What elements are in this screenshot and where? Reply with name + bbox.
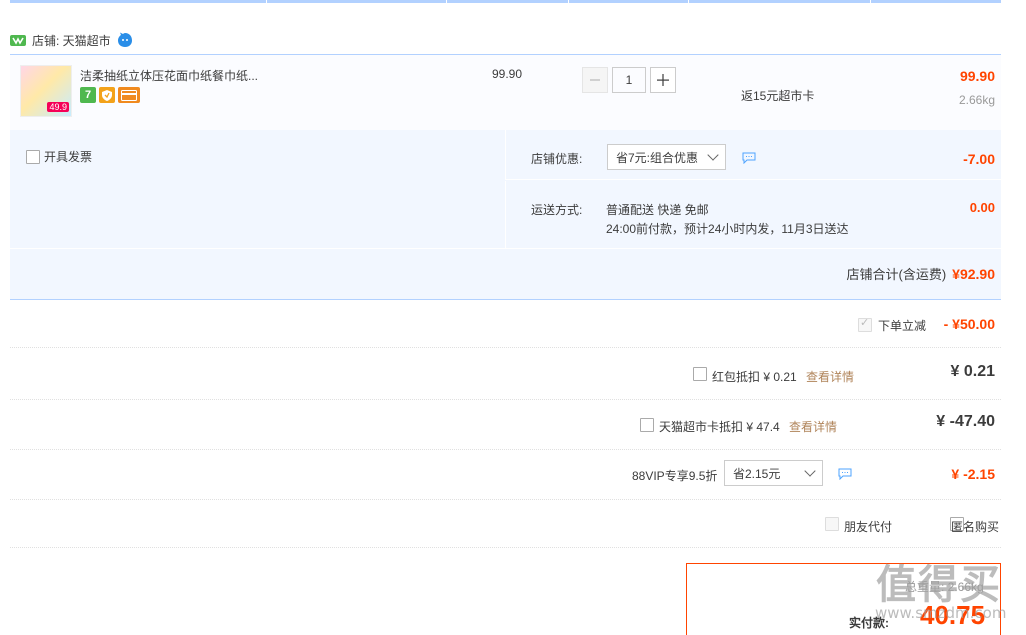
shop-total-row: 店铺合计(含运费) ¥92.90 <box>847 264 996 283</box>
shipping-method: 普通配送 快递 免邮 <box>606 203 709 217</box>
vip88-row: 88VIP专享9.5折 省2.15元 ¥ -2.15 <box>10 450 1001 500</box>
guarantee-shield-icon[interactable] <box>99 87 115 103</box>
quantity-stepper: 1 <box>582 67 676 93</box>
quantity-input[interactable]: 1 <box>612 67 646 93</box>
red-packet-details-link[interactable]: 查看详情 <box>806 368 854 385</box>
cart-item-row: 49.9 洁柔抽纸立体压花面巾纸餐巾纸... 7 99.90 1 返15元超市卡… <box>10 54 1001 130</box>
tmall-card-checkbox[interactable] <box>640 417 654 432</box>
unit-price: 99.90 <box>492 67 523 81</box>
product-thumbnail[interactable]: 49.9 <box>20 65 72 117</box>
invoice-option[interactable]: 开具发票 <box>26 148 92 165</box>
instant-discount-amount: - ¥50.00 <box>943 316 995 332</box>
tmall-card-row: 天猫超市卡抵扣 ¥ 47.4 查看详情 ¥ -47.40 <box>10 400 1001 450</box>
red-packet-row: 红包抵扣 ¥ 0.21 查看详情 ¥ 0.21 <box>10 348 1001 400</box>
wangwang-chat-icon[interactable] <box>117 32 133 48</box>
table-header-bar <box>10 0 1001 3</box>
shop-icon <box>10 34 26 46</box>
payment-options-row: 朋友代付 匿名购买 <box>10 500 1001 548</box>
shipping-eta: 24:00前付款，预计24小时内发，11月3日送达 <box>606 222 849 236</box>
shop-discount-select[interactable]: 省7元:组合优惠 <box>607 144 726 170</box>
tmall-card-details-link[interactable]: 查看详情 <box>789 418 837 435</box>
red-packet-amount: ¥ 0.21 <box>950 363 995 380</box>
increase-quantity-button[interactable] <box>650 67 676 93</box>
red-packet-label: 红包抵扣 ¥ 0.21 <box>712 370 797 384</box>
decrease-quantity-button[interactable] <box>582 67 608 93</box>
shop-discount-label: 店铺优惠: <box>531 152 583 166</box>
seven-day-return-icon[interactable]: 7 <box>80 87 96 103</box>
chevron-down-icon <box>804 465 816 477</box>
shop-total-label: 店铺合计(含运费) <box>846 267 947 282</box>
item-total-price: 99.90 <box>959 68 995 84</box>
shop-header: 店铺: 天猫超市 <box>10 30 133 50</box>
shop-total-amount: ¥92.90 <box>952 266 995 282</box>
shipping-label: 运送方式: <box>531 203 583 217</box>
vip88-label: 88VIP专享9.5折 <box>632 469 718 483</box>
shipping-amount: 0.00 <box>969 200 995 215</box>
friend-pay-label: 朋友代付 <box>844 520 893 534</box>
instant-discount-checkbox <box>858 316 872 332</box>
item-weight: 2.66kg <box>958 93 995 107</box>
watermark-url: www.smzdm.com <box>875 604 1007 622</box>
anonymous-label: 匿名购买 <box>951 520 1000 534</box>
service-badges: 7 <box>80 87 140 103</box>
watermark-logo: 值得买 <box>876 562 1002 608</box>
shop-discount-section: 店铺优惠: 省7元:组合优惠 -7.00 <box>505 130 1001 180</box>
tmall-card-label: 天猫超市卡抵扣 ¥ 47.4 <box>659 420 780 434</box>
friend-pay-checkbox[interactable] <box>825 516 839 531</box>
message-icon[interactable] <box>742 152 756 164</box>
invoice-checkbox[interactable] <box>26 149 40 164</box>
vip88-selected: 省2.15元 <box>733 466 781 481</box>
vip88-select[interactable]: 省2.15元 <box>724 460 823 486</box>
instant-discount-row: 下单立减 - ¥50.00 <box>10 300 1001 348</box>
chevron-down-icon <box>707 149 719 161</box>
invoice-label: 开具发票 <box>44 150 93 164</box>
tmall-card-amount: ¥ -47.40 <box>936 413 995 430</box>
shop-name[interactable]: 店铺: 天猫超市 <box>32 32 111 49</box>
vip88-amount: ¥ -2.15 <box>951 466 995 482</box>
order-options-panel: 开具发票 店铺优惠: 省7元:组合优惠 -7.00 运送方式: 普通配送 快递 … <box>10 130 1001 300</box>
shop-discount-selected: 省7元:组合优惠 <box>616 150 699 165</box>
message-icon[interactable] <box>838 468 852 480</box>
divider <box>10 248 1001 249</box>
red-packet-checkbox[interactable] <box>693 366 707 381</box>
rebate-text: 返15元超市卡 <box>741 89 815 103</box>
product-title[interactable]: 洁柔抽纸立体压花面巾纸餐巾纸... <box>80 67 258 84</box>
shipping-section: 运送方式: 普通配送 快递 免邮 24:00前付款，预计24小时内发，11月3日… <box>505 181 1001 248</box>
shop-discount-amount: -7.00 <box>963 151 995 167</box>
thumbnail-price-tag: 49.9 <box>47 102 69 112</box>
instant-discount-label: 下单立减 <box>878 319 927 333</box>
credit-card-icon[interactable] <box>118 87 140 103</box>
